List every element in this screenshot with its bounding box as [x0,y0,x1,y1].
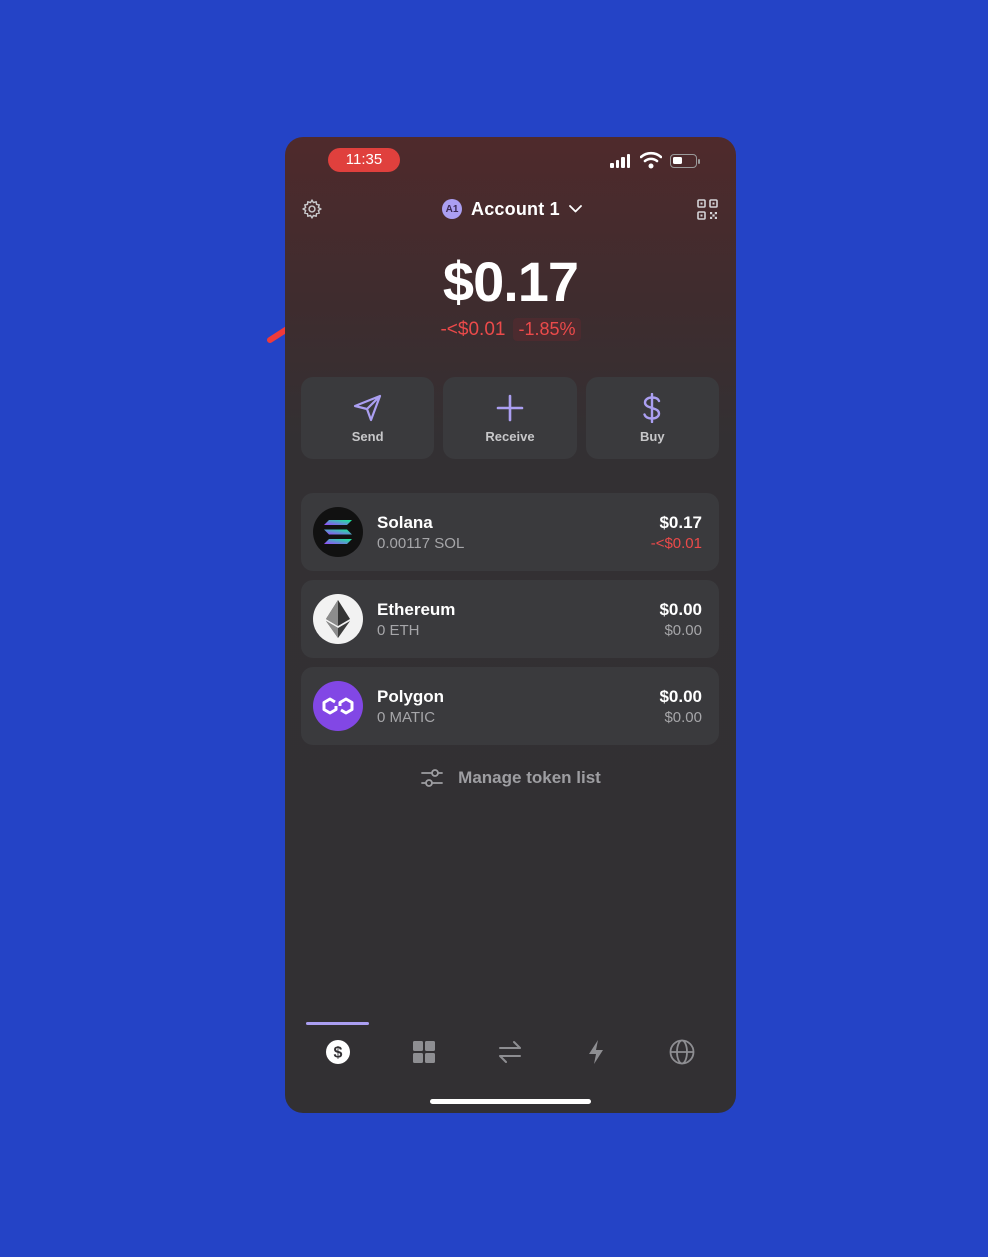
solana-logo-icon [313,507,363,557]
receive-button[interactable]: Receive [443,377,577,459]
send-label: Send [351,428,384,444]
battery-icon [670,154,700,168]
token-row-ethereum[interactable]: Ethereum 0 ETH $0.00 $0.00 [301,580,719,658]
action-buttons: Send Receive Buy [301,377,719,459]
balance-change-amount: -<$0.01 [440,318,506,340]
total-balance: $0.17 [442,250,579,313]
phone-screen: 11:35 A1 Account 1 $0.17 -<$0.01 -1.85% … [285,137,736,1113]
tab-activity[interactable] [581,1037,611,1067]
chevron-down-icon [568,205,582,213]
balance-change: -<$0.01 -1.85% [285,318,736,341]
token-name: Ethereum [377,600,456,619]
dollar-icon [637,392,667,423]
qr-code-icon[interactable] [697,199,718,220]
cellular-signal-icon [610,154,630,168]
tab-browser[interactable] [667,1037,697,1067]
swap-arrows-icon [499,1041,521,1063]
send-icon [353,393,383,423]
tab-wallet[interactable]: $ [323,1037,353,1067]
account-avatar: A1 [442,199,462,219]
token-value: $0.00 [659,687,702,706]
token-value: $0.17 [659,513,702,532]
token-amount: 0 MATIC [377,709,436,726]
send-button[interactable]: Send [301,377,435,459]
plus-icon [495,393,525,423]
buy-label: Buy [640,428,665,444]
home-indicator [430,1099,591,1104]
ethereum-logo-icon [313,594,363,644]
polygon-logo-icon [313,681,363,731]
token-value: $0.00 [659,600,702,619]
dollar-circle-icon: $ [326,1040,350,1064]
globe-icon [669,1039,695,1065]
tab-collectibles[interactable] [409,1037,439,1067]
active-tab-indicator [306,1022,369,1025]
token-name: Polygon [377,687,445,706]
wifi-icon [640,151,662,169]
tab-swap[interactable] [495,1037,525,1067]
balance-change-percent: -1.85% [513,318,581,341]
manage-token-list-button[interactable]: Manage token list [285,767,736,789]
lightning-icon [589,1040,603,1064]
gear-icon[interactable] [301,198,323,220]
header: A1 Account 1 [285,192,736,226]
token-list: Solana 0.00117 SOL $0.17 -<$0.01 Ethereu… [301,493,719,754]
token-row-solana[interactable]: Solana 0.00117 SOL $0.17 -<$0.01 [301,493,719,571]
status-bar: 11:35 [285,137,736,185]
token-name: Solana [377,513,433,532]
manage-token-list-label: Manage token list [458,768,601,787]
svg-text:$: $ [334,1045,343,1062]
account-switcher[interactable]: A1 Account 1 [442,197,582,221]
token-change: -<$0.01 [650,535,702,552]
status-time: 11:35 [328,148,400,172]
token-change: $0.00 [664,622,702,639]
grid-icon [413,1041,435,1063]
bottom-tab-bar: $ [285,1022,736,1082]
buy-button[interactable]: Buy [585,377,719,459]
sliders-icon [421,769,444,787]
token-amount: 0 ETH [377,622,420,639]
receive-label: Receive [485,428,535,444]
token-amount: 0.00117 SOL [377,535,465,552]
token-change: $0.00 [664,709,702,726]
token-row-polygon[interactable]: Polygon 0 MATIC $0.00 $0.00 [301,667,719,745]
account-name: Account 1 [471,198,560,219]
